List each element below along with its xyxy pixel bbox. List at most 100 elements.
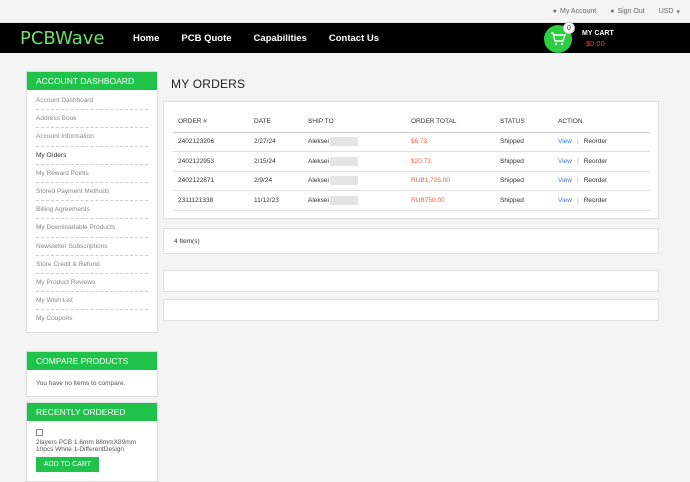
- sidebar-item-my-product-reviews[interactable]: My Product Reviews: [36, 274, 148, 293]
- sign-out-label: Sign Out: [617, 8, 645, 15]
- user-icon: ●: [552, 8, 558, 15]
- order-date: 2/9/24: [249, 171, 303, 191]
- order-ship-to: Aleksei: [303, 171, 406, 191]
- table-row: 2402123206 2/27/24 Aleksei $6.73 Shipped…: [173, 132, 650, 152]
- sidebar-item-my-downloadable-products[interactable]: My Downloadable Products: [36, 219, 148, 238]
- redacted-surname: [329, 176, 358, 186]
- sidebar-item-store-credit-refund[interactable]: Store Credit & Refund: [36, 256, 148, 274]
- cart-icon-button[interactable]: 0: [544, 22, 575, 53]
- sidebar-item-account-information[interactable]: Account Information: [36, 128, 148, 147]
- view-order-link[interactable]: View: [558, 138, 572, 145]
- order-actions: View | Reorder: [553, 171, 650, 191]
- recently-ordered-body: 2layers PCB 1.6mm 88mmX89mm 10pcs White …: [27, 421, 157, 480]
- order-actions: View | Reorder: [553, 151, 650, 172]
- nav-capabilities[interactable]: Capabilities: [254, 33, 307, 44]
- order-status: Shipped: [495, 190, 553, 211]
- action-separator: |: [576, 157, 579, 165]
- ship-to-name: Aleksei: [308, 138, 329, 146]
- sidebar-item-my-wish-list[interactable]: My Wish List: [36, 292, 148, 311]
- orders-table: ORDER # DATE SHIP TO ORDER TOTAL STATUS …: [173, 112, 650, 211]
- compare-products-panel: COMPARE PRODUCTS You have no items to co…: [26, 351, 158, 397]
- cart-count-badge: 0: [563, 22, 575, 34]
- order-number: 2402122953: [173, 151, 249, 172]
- redacted-surname: [329, 195, 358, 205]
- ship-to-name: Aleksei: [308, 196, 329, 204]
- order-actions: View | Reorder: [553, 190, 650, 211]
- main-navbar: PCBWave Home PCB Quote Capabilities Cont…: [0, 22, 690, 53]
- nav-contact-us[interactable]: Contact Us: [329, 33, 379, 44]
- chevron-down-icon: ▾: [676, 8, 680, 16]
- empty-panel-2: [163, 299, 659, 321]
- table-row: 2311121338 11/12/23 Aleksei RUB750.00 Sh…: [173, 190, 650, 211]
- empty-panel-1: [163, 270, 659, 292]
- account-nav-list: Account Dashboard Address Book Account I…: [27, 90, 157, 332]
- cart-icon: [551, 32, 566, 46]
- order-total: $20.73: [406, 151, 495, 172]
- my-account-label: My Account: [560, 8, 597, 15]
- table-row: 2402122953 2/15/24 Aleksei $20.73 Shippe…: [173, 151, 650, 172]
- view-order-link[interactable]: View: [558, 158, 572, 165]
- nav-home[interactable]: Home: [133, 33, 159, 44]
- order-actions: View | Reorder: [553, 132, 650, 152]
- ship-to-name: Aleksei: [308, 157, 329, 165]
- sidebar-item-address-book[interactable]: Address Book: [36, 110, 148, 129]
- order-total: RUB1,725.00: [406, 171, 495, 191]
- add-to-cart-button[interactable]: ADD TO CART: [36, 457, 100, 472]
- view-order-link[interactable]: View: [558, 177, 572, 184]
- sidebar-item-my-orders[interactable]: My Orders: [36, 147, 148, 165]
- sidebar-item-account-dashboard[interactable]: Account Dashboard: [36, 92, 148, 111]
- order-ship-to: Aleksei: [303, 151, 406, 172]
- sign-out-link[interactable]: ● Sign Out: [610, 8, 644, 15]
- table-row: 2402122871 2/9/24 Aleksei RUB1,725.00 Sh…: [173, 171, 650, 191]
- order-ship-to: Aleksei: [303, 190, 406, 211]
- sidebar-item-newsletter-subscriptions[interactable]: Newsletter Subscriptions: [36, 238, 148, 256]
- sidebar-item-my-reward-points[interactable]: My Reward Points: [36, 165, 148, 183]
- recently-ordered-panel: RECENTLY ORDERED 2layers PCB 1.6mm 88mmX…: [26, 402, 158, 482]
- item-count: 4 Item(s): [174, 238, 200, 245]
- table-header-row: ORDER # DATE SHIP TO ORDER TOTAL STATUS …: [173, 112, 650, 133]
- reorder-link[interactable]: Reorder: [584, 177, 607, 184]
- ship-to-name: Aleksei: [308, 177, 329, 185]
- account-dashboard-panel: ACCOUNT DASHBOARD Account Dashboard Addr…: [26, 71, 158, 334]
- order-status: Shipped: [495, 151, 553, 172]
- recent-item-checkbox[interactable]: [36, 429, 43, 436]
- action-separator: |: [576, 138, 579, 146]
- my-account-link[interactable]: ● My Account: [553, 8, 596, 15]
- sidebar-item-billing-agreements[interactable]: Billing Agreements: [36, 201, 148, 220]
- mini-cart[interactable]: 0 MY CART $0.00: [544, 22, 614, 53]
- top-utility-bar: ● My Account ● Sign Out USD ▾: [0, 0, 690, 23]
- recently-ordered-title: RECENTLY ORDERED: [27, 403, 157, 421]
- action-separator: |: [576, 196, 579, 204]
- col-action: ACTION: [553, 112, 650, 133]
- reorder-link[interactable]: Reorder: [584, 197, 607, 204]
- order-number: 2402122871: [173, 171, 249, 191]
- currency-label: USD: [658, 8, 674, 15]
- col-date: DATE: [249, 112, 303, 133]
- logo-text: PCBWave: [20, 27, 105, 49]
- cart-label: MY CART: [582, 30, 614, 37]
- sidebar-item-my-coupons[interactable]: My Coupons: [36, 310, 148, 328]
- order-status: Shipped: [495, 171, 553, 191]
- order-total: RUB750.00: [406, 190, 495, 211]
- recent-item-name[interactable]: 2layers PCB 1.6mm 88mmX89mm 10pcs White …: [36, 439, 148, 453]
- order-total: $6.73: [406, 132, 495, 152]
- view-order-link[interactable]: View: [558, 197, 572, 204]
- order-number: 2311121338: [173, 190, 249, 211]
- action-separator: |: [576, 177, 579, 185]
- order-number: 2402123206: [173, 132, 249, 152]
- account-dashboard-title: ACCOUNT DASHBOARD: [27, 72, 157, 90]
- logo[interactable]: PCBWave: [20, 27, 105, 49]
- lock-icon: ●: [610, 8, 615, 15]
- order-date: 2/27/24: [249, 132, 303, 152]
- order-status: Shipped: [495, 132, 553, 152]
- reorder-link[interactable]: Reorder: [584, 158, 607, 165]
- item-count-panel: 4 Item(s): [163, 228, 659, 254]
- order-date: 11/12/23: [249, 190, 303, 211]
- redacted-surname: [329, 156, 358, 166]
- order-ship-to: Aleksei: [303, 132, 406, 152]
- order-date: 2/15/24: [249, 151, 303, 172]
- currency-select[interactable]: USD ▾: [659, 8, 680, 16]
- nav-pcb-quote[interactable]: PCB Quote: [181, 33, 231, 44]
- reorder-link[interactable]: Reorder: [584, 138, 607, 145]
- sidebar-item-stored-payment-methods[interactable]: Stored Payment Methods: [36, 183, 148, 202]
